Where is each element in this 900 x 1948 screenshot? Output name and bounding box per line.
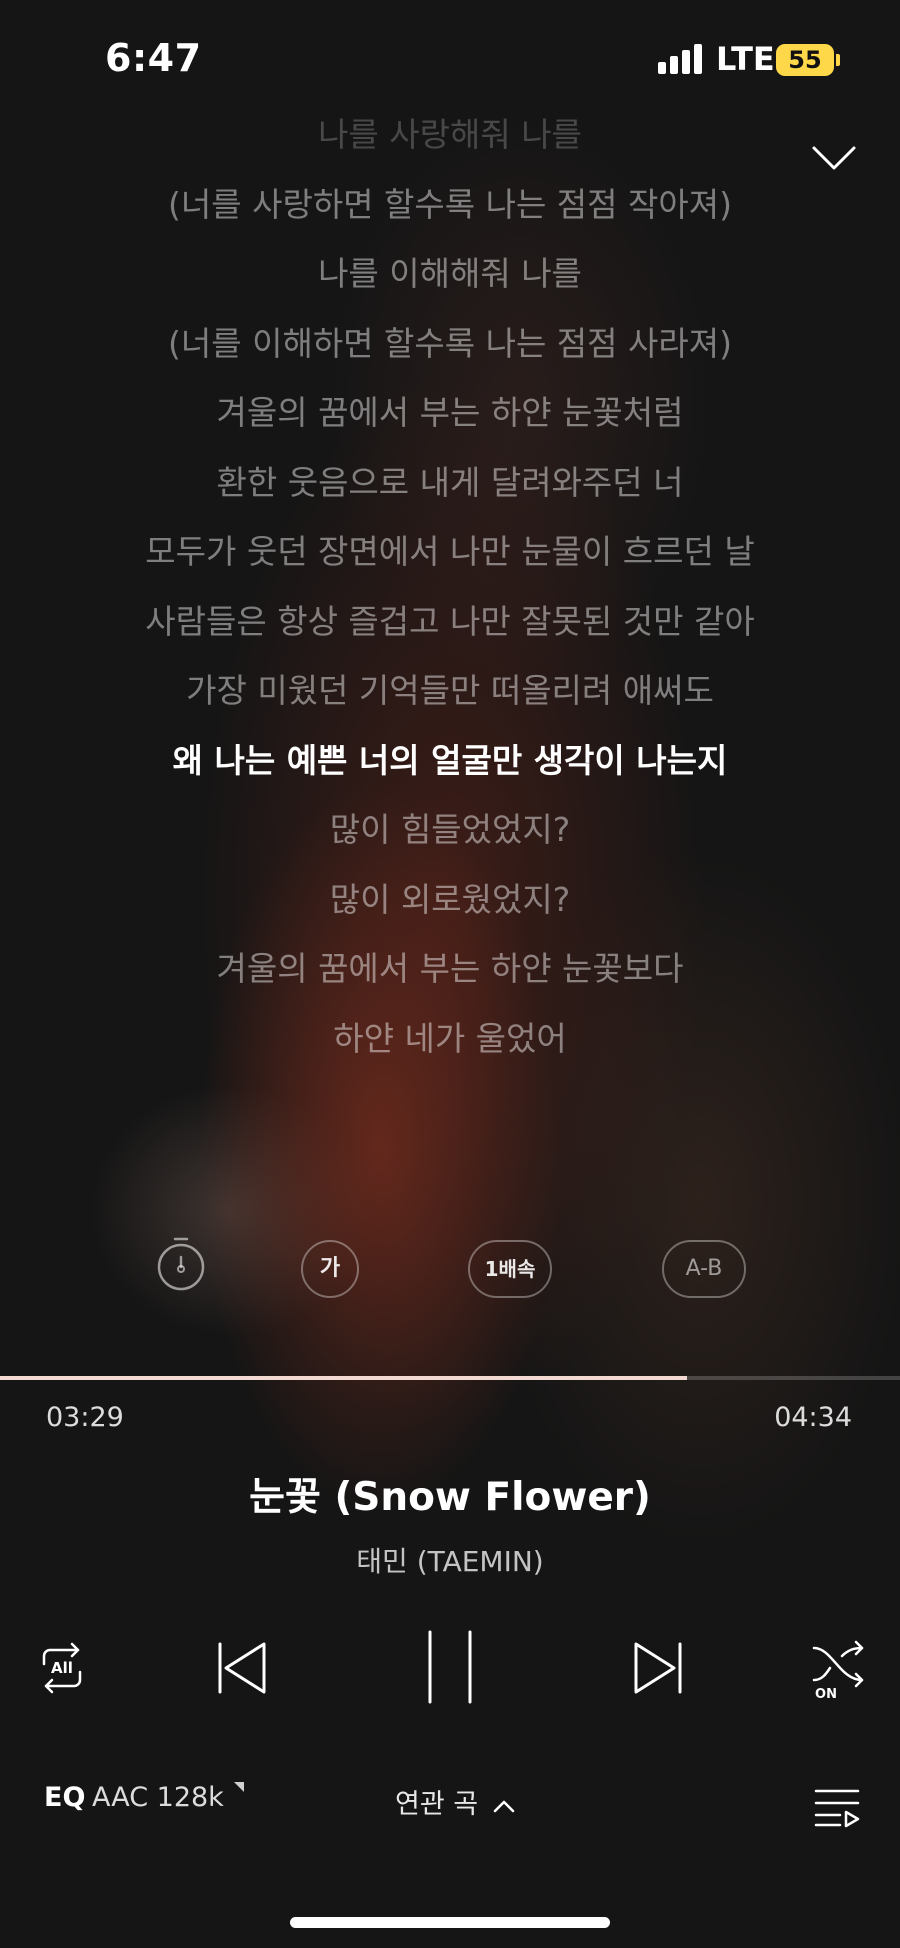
shuffle-state-label: ON <box>815 1687 837 1700</box>
progress-bar[interactable] <box>0 1376 900 1380</box>
network-type: LTE <box>716 40 775 78</box>
lyric-line[interactable]: 가장 미웠던 기억들만 떠올리려 애써도 <box>0 661 900 731</box>
status-bar: 6:47 LTE 55 <box>0 0 900 110</box>
previous-track-icon[interactable] <box>214 1640 270 1696</box>
related-songs-button[interactable]: 연관 곡 <box>395 1782 515 1821</box>
lyric-line[interactable]: 사람들은 항상 즐겁고 나만 잘못된 것만 같아 <box>0 592 900 662</box>
eq-button[interactable]: EQ <box>44 1782 85 1813</box>
cellular-signal-icon <box>658 44 704 74</box>
codec-selector[interactable]: AAC 128k <box>92 1782 245 1813</box>
progress-fill <box>0 1376 687 1380</box>
corner-triangle-icon <box>234 1782 245 1792</box>
artist-name[interactable]: 태민 (TAEMIN) <box>0 1540 900 1580</box>
lyric-line-current[interactable]: 왜 나는 예쁜 너의 얼굴만 생각이 나는지 <box>0 731 900 801</box>
repeat-mode-label: All <box>51 1659 73 1677</box>
related-songs-label: 연관 곡 <box>395 1789 479 1820</box>
playback-speed-button[interactable]: 1배속 <box>468 1240 552 1298</box>
lyric-line[interactable]: 겨울의 꿈에서 부는 하얀 눈꽃처럼 <box>0 383 900 453</box>
shuffle-icon[interactable]: ON <box>810 1638 870 1702</box>
battery-tip <box>836 54 840 66</box>
lyric-line[interactable]: (너를 이해하면 할수록 나는 점점 사라져) <box>0 314 900 384</box>
repeat-all-icon[interactable]: All <box>34 1640 90 1696</box>
lyric-line[interactable]: 환한 웃음으로 내게 달려와주던 너 <box>0 453 900 523</box>
lyrics-list[interactable]: 나를 사랑해줘 나를 (너를 사랑하면 할수록 나는 점점 작아져) 나를 이해… <box>0 105 900 1078</box>
lyric-line[interactable]: 겨울의 꿈에서 부는 하얀 눈꽃보다 <box>0 939 900 1009</box>
codec-label: AAC 128k <box>92 1782 224 1813</box>
status-time: 6:47 <box>105 36 202 80</box>
battery-icon: 55 <box>776 44 834 76</box>
lyric-line[interactable]: (너를 사랑하면 할수록 나는 점점 작아져) <box>0 175 900 245</box>
ab-repeat-button[interactable]: A-B <box>662 1240 746 1298</box>
playlist-icon[interactable] <box>814 1788 860 1828</box>
lyric-line[interactable]: 나를 이해해줘 나를 <box>0 244 900 314</box>
sleep-timer-icon[interactable] <box>155 1236 207 1294</box>
lyric-line[interactable]: 많이 외로웠었지? <box>0 870 900 940</box>
elapsed-time: 03:29 <box>46 1402 124 1433</box>
lyric-line[interactable]: 나를 사랑해줘 나를 <box>0 105 900 175</box>
lyric-line[interactable]: 모두가 웃던 장면에서 나만 눈물이 흐르던 날 <box>0 522 900 592</box>
font-size-button[interactable]: 가 <box>301 1240 359 1298</box>
total-time: 04:34 <box>774 1402 852 1433</box>
pause-icon[interactable] <box>422 1628 478 1706</box>
home-indicator[interactable] <box>290 1917 610 1928</box>
chevron-up-icon <box>493 1800 514 1813</box>
next-track-icon[interactable] <box>630 1640 686 1696</box>
lyric-line[interactable]: 하얀 네가 울었어 <box>0 1009 900 1079</box>
song-title[interactable]: 눈꽃 (Snow Flower) <box>0 1466 900 1522</box>
lyric-line[interactable]: 많이 힘들었었지? <box>0 800 900 870</box>
